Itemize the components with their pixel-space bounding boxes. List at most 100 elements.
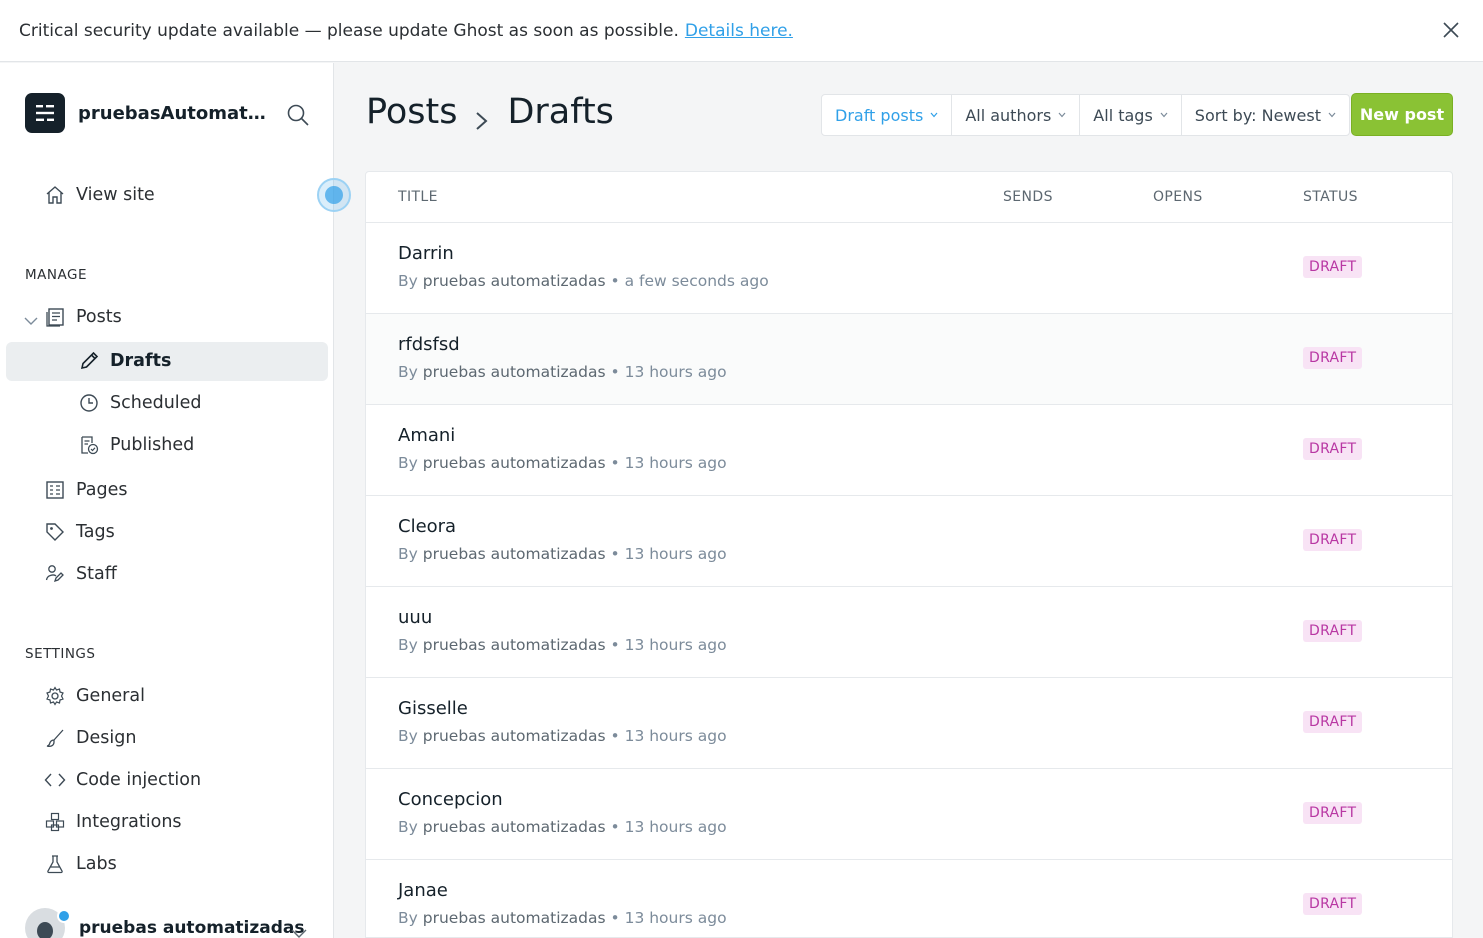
post-by: By	[398, 909, 418, 927]
notification-dot	[57, 909, 71, 923]
staff-icon	[44, 563, 66, 585]
nav-posts[interactable]: Posts	[44, 306, 122, 328]
post-title[interactable]: Gisselle	[398, 698, 468, 719]
nav-view-site[interactable]: View site	[44, 184, 155, 206]
new-post-button[interactable]: New post	[1351, 93, 1453, 136]
brand-logo-icon	[25, 93, 65, 133]
post-title[interactable]: rfdsfsd	[398, 334, 460, 355]
general-label: General	[76, 686, 145, 706]
close-icon[interactable]	[1441, 20, 1461, 40]
search-icon[interactable]	[286, 103, 310, 127]
filter-bar: Draft posts All authors All tags Sort by…	[821, 94, 1350, 136]
tags-label: Tags	[76, 522, 115, 542]
nav-drafts[interactable]: Drafts	[78, 350, 171, 372]
brand[interactable]: pruebasAutomatiz...	[25, 93, 268, 133]
post-by: By	[398, 272, 418, 290]
breadcrumb: Posts Drafts	[366, 92, 614, 132]
chevron-down-icon	[1328, 112, 1336, 118]
chevron-down-icon	[930, 112, 938, 118]
post-author: pruebas automatizadas	[422, 272, 606, 290]
sidebar: pruebasAutomatiz... View site MANAGE Pos…	[0, 63, 351, 938]
staff-label: Staff	[76, 564, 117, 584]
filter-authors-dropdown[interactable]: All authors	[952, 95, 1081, 135]
column-sends: SENDS	[1003, 189, 1053, 205]
filter-type-dropdown[interactable]: Draft posts	[822, 95, 953, 135]
status-badge: DRAFT	[1303, 893, 1363, 915]
published-label: Published	[110, 435, 195, 455]
nav-design[interactable]: Design	[44, 727, 136, 749]
nav-scheduled[interactable]: Scheduled	[78, 392, 202, 414]
chevron-down-icon[interactable]	[291, 924, 307, 938]
banner-details-link[interactable]: Details here.	[685, 21, 793, 41]
pencil-icon	[78, 350, 100, 372]
onboarding-pulse[interactable]	[317, 178, 351, 212]
post-meta: By pruebas automatizadas • 13 hours ago	[398, 454, 727, 472]
flask-icon	[44, 853, 66, 875]
nav-pages[interactable]: Pages	[44, 479, 127, 501]
nav-published[interactable]: Published	[78, 434, 194, 456]
column-opens: OPENS	[1153, 189, 1203, 205]
post-title[interactable]: Janae	[398, 880, 448, 901]
table-row[interactable]: Darrin By pruebas automatizadas • a few s…	[366, 223, 1452, 314]
posts-table: TITLE SENDS OPENS STATUS Darrin By prueba…	[365, 171, 1453, 938]
post-title[interactable]: Darrin	[398, 243, 454, 264]
post-meta: By pruebas automatizadas • 13 hours ago	[398, 909, 727, 927]
site-name: pruebasAutomatiz...	[78, 102, 268, 124]
status-badge: DRAFT	[1303, 256, 1363, 278]
posts-label: Posts	[76, 307, 122, 327]
scheduled-label: Scheduled	[110, 393, 202, 413]
table-row[interactable]: Janae By pruebas automatizadas • 13 hours…	[366, 860, 1452, 937]
integrations-icon	[44, 811, 66, 833]
post-title[interactable]: Cleora	[398, 516, 456, 537]
post-time: • 13 hours ago	[610, 545, 727, 563]
post-meta: By pruebas automatizadas • 13 hours ago	[398, 727, 727, 745]
nav-general[interactable]: General	[44, 685, 145, 707]
nav-labs[interactable]: Labs	[44, 853, 117, 875]
chevron-down-icon	[1058, 112, 1066, 118]
status-badge: DRAFT	[1303, 347, 1363, 369]
post-title[interactable]: Amani	[398, 425, 455, 446]
nav-code-injection[interactable]: Code injection	[44, 769, 201, 791]
table-row[interactable]: Amani By pruebas automatizadas • 13 hours…	[366, 405, 1452, 496]
design-label: Design	[76, 728, 137, 748]
breadcrumb-posts[interactable]: Posts	[366, 92, 457, 132]
post-by: By	[398, 363, 418, 381]
filter-tags-dropdown[interactable]: All tags	[1080, 95, 1182, 135]
table-row[interactable]: Cleora By pruebas automatizadas • 13 hour…	[366, 496, 1452, 587]
post-meta: By pruebas automatizadas • 13 hours ago	[398, 636, 727, 654]
brush-icon	[44, 727, 66, 749]
status-badge: DRAFT	[1303, 711, 1363, 733]
post-meta: By pruebas automatizadas • 13 hours ago	[398, 818, 727, 836]
code-icon	[44, 769, 66, 791]
post-meta: By pruebas automatizadas • a few seconds…	[398, 272, 769, 290]
table-row[interactable]: rfdsfsd By pruebas automatizadas • 13 hou…	[366, 314, 1452, 405]
nav-integrations[interactable]: Integrations	[44, 811, 182, 833]
banner-text: Critical security update available — ple…	[19, 20, 679, 41]
sort-dropdown[interactable]: Sort by: Newest	[1182, 95, 1349, 135]
post-author: pruebas automatizadas	[422, 545, 606, 563]
table-row[interactable]: Gisselle By pruebas automatizadas • 13 ho…	[366, 678, 1452, 769]
post-title[interactable]: Concepcion	[398, 789, 503, 810]
chevron-down-icon	[1160, 112, 1168, 118]
home-icon	[44, 184, 66, 206]
post-time: • 13 hours ago	[610, 636, 727, 654]
nav-tags[interactable]: Tags	[44, 521, 115, 543]
published-icon	[78, 434, 100, 456]
post-by: By	[398, 818, 418, 836]
status-badge: DRAFT	[1303, 529, 1363, 551]
post-title[interactable]: uuu	[398, 607, 432, 628]
post-author: pruebas automatizadas	[422, 818, 606, 836]
settings-section-label: SETTINGS	[25, 646, 96, 662]
chevron-down-icon[interactable]	[24, 311, 38, 330]
integrations-label: Integrations	[76, 812, 182, 832]
filter-type-label: Draft posts	[835, 105, 924, 125]
status-badge: DRAFT	[1303, 438, 1363, 460]
clock-icon	[78, 392, 100, 414]
manage-section-label: MANAGE	[25, 267, 87, 283]
post-meta: By pruebas automatizadas • 13 hours ago	[398, 363, 727, 381]
post-meta: By pruebas automatizadas • 13 hours ago	[398, 545, 727, 563]
table-row[interactable]: uuu By pruebas automatizadas • 13 hours a…	[366, 587, 1452, 678]
table-row[interactable]: Concepcion By pruebas automatizadas • 13 …	[366, 769, 1452, 860]
pages-icon	[44, 479, 66, 501]
nav-staff[interactable]: Staff	[44, 563, 117, 585]
